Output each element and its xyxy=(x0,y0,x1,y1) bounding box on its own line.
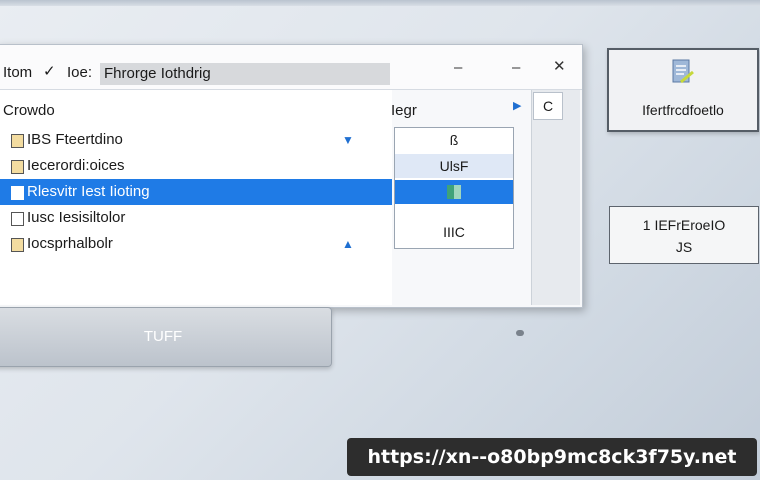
window-top-edge xyxy=(0,0,760,6)
column-header-size: Iegr xyxy=(391,102,417,119)
info-box: 1 IEFrEroeIO JS xyxy=(609,206,759,264)
size-list-item[interactable]: ß xyxy=(395,128,513,152)
sort-up-icon[interactable]: ▲ xyxy=(342,231,354,257)
grid-icon xyxy=(447,185,461,199)
list-item-label: Iusc Iesisiltolor xyxy=(27,209,126,226)
column-header-name: Crowdo xyxy=(3,102,55,119)
check-icon: ✓ xyxy=(43,63,56,80)
document-panel[interactable]: Ifertfrcdfoetlo xyxy=(607,48,759,132)
size-list[interactable]: ß UlsF IIIC xyxy=(394,127,514,249)
scroll-thumb[interactable] xyxy=(516,330,524,336)
list-item-label: Iecerordi:oices xyxy=(27,157,125,174)
size-list-item-selected[interactable] xyxy=(395,180,513,204)
list-item-selected[interactable]: Rlesvitr Iest Iioting xyxy=(0,179,392,205)
scrollbar-track[interactable] xyxy=(531,90,580,305)
folder-icon xyxy=(11,186,24,200)
sort-down-icon[interactable]: ▼ xyxy=(342,127,354,153)
file-dialog: Itom ✓ Ioe: Fhrorge Iothdrig – – ✕ Crowd… xyxy=(0,44,583,336)
folder-list-pane: Crowdo IBS Fteertdino ▼ Iecerordi:oices … xyxy=(0,90,392,305)
checkbox-icon[interactable] xyxy=(11,212,24,226)
from-label: Itom xyxy=(3,64,33,81)
folder-icon xyxy=(11,134,24,148)
restore-button[interactable]: – xyxy=(512,59,520,76)
document-panel-label: Ifertfrcdfoetlo xyxy=(642,102,724,118)
info-box-line1: 1 IEFrEroeIO xyxy=(642,217,726,233)
side-button[interactable]: C xyxy=(533,92,563,120)
large-button[interactable]: TUFF xyxy=(0,307,332,367)
close-button[interactable]: ✕ xyxy=(553,57,566,75)
size-list-item[interactable]: UlsF xyxy=(395,154,513,178)
expand-arrow-icon[interactable]: ▶ xyxy=(513,99,521,112)
list-item[interactable]: Iusc Iesisiltolor xyxy=(0,205,392,231)
dialog-header: Itom ✓ Ioe: Fhrorge Iothdrig – – ✕ xyxy=(0,45,582,90)
list-item[interactable]: Iecerordi:oices xyxy=(0,153,392,179)
list-item-label: Rlesvitr Iest Iioting xyxy=(27,183,150,200)
minimize-button[interactable]: – xyxy=(454,59,462,76)
location-label: Ioe: xyxy=(67,64,93,81)
list-item-label: Iocsprhalbolr xyxy=(27,235,113,252)
list-item-label: IBS Fteertdino xyxy=(27,131,123,148)
url-watermark: https://xn--o80bp9mc8ck3f75y.net xyxy=(347,438,757,476)
size-list-item[interactable]: IIIC xyxy=(395,220,513,244)
info-box-line2: JS xyxy=(675,239,693,255)
document-edit-icon xyxy=(672,59,694,84)
list-item[interactable]: IBS Fteertdino ▼ xyxy=(0,127,392,153)
path-field[interactable]: Fhrorge Iothdrig xyxy=(100,63,390,85)
folder-icon xyxy=(11,160,24,174)
folder-icon xyxy=(11,238,24,252)
list-item[interactable]: Iocsprhalbolr ▲ xyxy=(0,231,392,257)
